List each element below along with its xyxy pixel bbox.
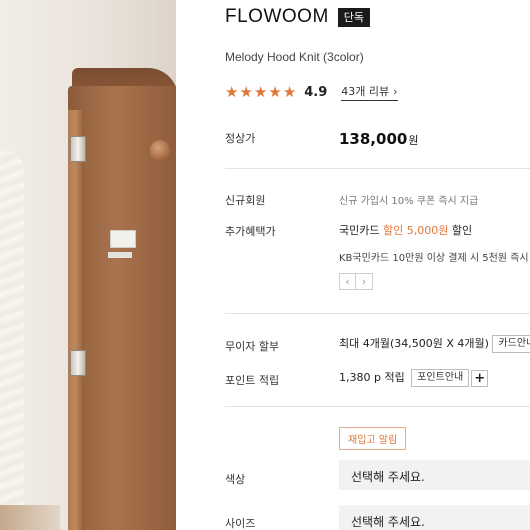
- card-name: 국민카드: [339, 224, 383, 237]
- review-link[interactable]: 43개 리뷰 ›: [341, 83, 398, 101]
- photo-knit-garment: [0, 150, 24, 530]
- points-row: 1,380 p 적립 포인트안내 +: [339, 369, 489, 387]
- points-info-button[interactable]: 포인트안내: [411, 369, 470, 387]
- color-select[interactable]: 선택해 주세요.: [339, 460, 530, 490]
- photo-floor: [0, 505, 60, 530]
- brand-name[interactable]: FLOWOOM: [225, 6, 329, 28]
- star-icon: ★: [225, 82, 239, 101]
- new-member-label: 신규회원: [225, 194, 266, 207]
- star-rating: ★ ★ ★ ★ ★: [225, 82, 297, 101]
- photo-hinge: [70, 136, 86, 162]
- product-image: [0, 0, 176, 530]
- card-info-button[interactable]: 카드안내: [492, 335, 530, 353]
- divider: [225, 313, 530, 314]
- review-link-label: 43개 리뷰: [341, 85, 390, 98]
- star-icon: ★: [253, 82, 268, 101]
- product-info-panel: FLOWOOM 단독 Melody Hood Knit (3color) ★ ★…: [176, 0, 530, 530]
- restock-alert-button[interactable]: 재입고 알림: [339, 427, 407, 450]
- price-unit: 원: [408, 134, 419, 147]
- installment-text: 최대 4개월(34,500원 X 4개월): [339, 337, 489, 350]
- price-amount: 138,000: [339, 130, 408, 148]
- points-label: 포인트 적립: [225, 374, 280, 387]
- photo-knob: [150, 140, 170, 162]
- photo-label: [110, 230, 136, 248]
- exclusive-badge: 단독: [337, 7, 371, 27]
- photo-door-edge: [68, 110, 82, 530]
- price-label: 정상가: [225, 132, 256, 145]
- color-option-label: 색상: [225, 473, 246, 486]
- next-button[interactable]: ›: [356, 273, 373, 290]
- divider: [225, 406, 530, 407]
- size-select[interactable]: 선택해 주세요.: [339, 505, 530, 530]
- plus-icon[interactable]: +: [471, 369, 489, 387]
- divider: [225, 168, 530, 169]
- price-value: 138,000원: [339, 130, 418, 148]
- rating-value: 4.9: [304, 84, 328, 100]
- kb-card-text: KB국민카드 10만원 이상 결제 시 5천원 즉시: [339, 253, 529, 264]
- chevron-right-icon: ›: [393, 84, 398, 98]
- star-icon: ★: [268, 82, 282, 101]
- card-discount-text: 국민카드 할인 5,000원 할인: [339, 222, 472, 238]
- size-option-label: 사이즈: [225, 517, 256, 530]
- installment-row: 최대 4개월(34,500원 X 4개월) 카드안내: [339, 335, 530, 353]
- star-icon: ★: [282, 82, 297, 101]
- photo-label-strip: [108, 252, 132, 258]
- installment-label: 무이자 할부: [225, 340, 280, 353]
- brand-row: FLOWOOM 단독: [225, 6, 371, 28]
- benefit-pager: ‹ ›: [339, 273, 373, 290]
- rating-row: ★ ★ ★ ★ ★ 4.9 43개 리뷰 ›: [225, 83, 398, 101]
- discount-amount: 5,000원: [403, 224, 449, 237]
- points-text: 1,380 p 적립: [339, 371, 405, 384]
- new-member-text: 신규 가입시 10% 쿠폰 즉시 지급: [339, 196, 479, 207]
- product-name: Melody Hood Knit (3color): [225, 50, 364, 64]
- discount-suffix: 할인: [448, 224, 473, 237]
- discount-word: 할인: [382, 224, 404, 237]
- extra-benefit-label: 추가혜택가: [225, 225, 276, 238]
- star-icon: ★: [239, 82, 253, 101]
- prev-button[interactable]: ‹: [339, 273, 356, 290]
- photo-hinge: [70, 350, 86, 376]
